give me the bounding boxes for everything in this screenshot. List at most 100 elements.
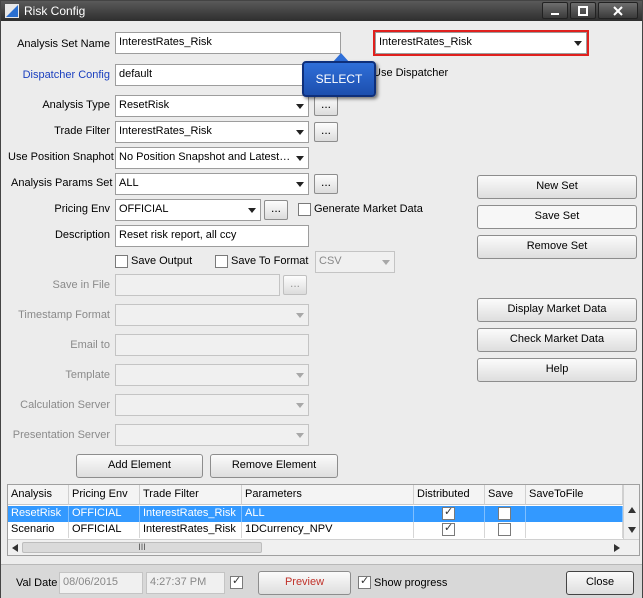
horizontal-scrollbar[interactable]: III [8,539,639,555]
template-select[interactable] [115,364,309,386]
bottom-bar: Val Date 08/06/2015 4:27:37 PM Preview S… [1,564,642,598]
cell-distributed [414,506,485,522]
maximize-button[interactable] [570,2,596,19]
save-output-checkbox[interactable] [115,255,128,268]
analysis-type-select[interactable]: ResetRisk [115,95,309,117]
save-in-file-browse-button[interactable]: ... [283,275,307,295]
presentation-server-select[interactable] [115,424,309,446]
column-header-pricing-env[interactable]: Pricing Env [69,485,140,505]
cell-analysis: ResetRisk [8,506,69,522]
dispatcher-config-input[interactable]: default [115,64,309,86]
column-header-distributed[interactable]: Distributed [414,485,485,505]
cell-trade-filter: InterestRates_Risk [140,522,242,538]
save-checkbox[interactable] [498,523,511,536]
val-time-checkbox[interactable] [230,574,243,589]
val-date-label: Val Date [16,577,58,589]
app-icon [5,4,19,18]
trade-filter-select[interactable]: InterestRates_Risk [115,121,309,143]
close-button[interactable]: Close [566,571,634,595]
minimize-button[interactable] [542,2,568,19]
column-header-analysis[interactable]: Analysis [8,485,69,505]
remove-set-button[interactable]: Remove Set [477,235,637,259]
distributed-checkbox[interactable] [442,506,455,520]
presentation-server-label: Presentation Server [12,429,110,441]
add-element-button[interactable]: Add Element [76,454,203,478]
column-header-savetofile[interactable]: SaveToFile [526,485,623,505]
save-to-format-label: Save To Format [231,255,309,267]
window-title: Risk Config [24,4,86,18]
save-to-format-checkbox[interactable] [215,255,228,268]
timestamp-format-select[interactable] [115,304,309,326]
check-market-data-button[interactable]: Check Market Data [477,328,637,352]
pricing-env-browse-button[interactable]: ... [264,200,288,220]
table-row[interactable]: Scenario OFFICIAL InterestRates_Risk 1DC… [8,522,623,538]
pricing-env-select[interactable]: OFFICIAL [115,199,261,221]
help-button[interactable]: Help [477,358,637,382]
cell-trade-filter: InterestRates_Risk [140,506,242,522]
trade-filter-value: InterestRates_Risk [119,125,212,137]
remove-element-button[interactable]: Remove Element [210,454,338,478]
cell-savetofile [526,522,623,538]
position-snapshot-select[interactable]: No Position Snapshot and Latest… [115,147,309,169]
column-header-parameters[interactable]: Parameters [242,485,414,505]
analysis-params-browse-button[interactable]: ... [314,174,338,194]
description-label: Description [54,229,110,241]
show-progress-label: Show progress [374,577,448,589]
cell-distributed [414,522,485,538]
position-snapshot-value: No Position Snapshot and Latest… [119,151,291,163]
title-bar: Risk Config [1,1,642,21]
analysis-type-browse-button[interactable]: ... [314,96,338,116]
preview-button[interactable]: Preview [258,571,351,595]
risk-config-window: Risk Config Analysis Set Name InterestRa… [0,0,643,598]
chevron-down-icon [296,130,304,135]
new-set-button[interactable]: New Set [477,175,637,199]
format-value: CSV [319,255,342,267]
show-progress-checkbox[interactable] [358,574,371,589]
close-window-button[interactable] [598,2,638,19]
calculation-server-select[interactable] [115,394,309,416]
chevron-down-icon [296,433,304,438]
analysis-params-set-select[interactable]: ALL [115,173,309,195]
select-tooltip: SELECT [302,61,376,97]
distributed-checkbox[interactable] [442,522,455,536]
email-to-input[interactable] [115,334,309,356]
analysis-set-name-input[interactable]: InterestRates_Risk [115,32,341,54]
dispatcher-config-label[interactable]: Dispatcher Config [11,69,110,81]
cell-pricing-env: OFFICIAL [69,506,140,522]
column-header-save[interactable]: Save [485,485,526,505]
val-time-input[interactable]: 4:27:37 PM [146,572,225,594]
pricing-env-label: Pricing Env [54,203,110,215]
cell-savetofile [526,506,623,522]
table-row[interactable]: ResetRisk OFFICIAL InterestRates_Risk AL… [8,506,623,522]
analysis-table[interactable]: Analysis Pricing Env Trade Filter Parame… [7,484,640,556]
generate-market-data-checkbox[interactable] [298,203,311,216]
vertical-scrollbar[interactable] [623,485,639,539]
cell-pricing-env: OFFICIAL [69,522,140,538]
use-position-snapshot-label: Use Position Snaphot [8,151,114,163]
horizontal-scroll-thumb[interactable]: III [22,542,262,553]
analysis-set-name-label: Analysis Set Name [17,38,110,50]
use-dispatcher-label: Use Dispatcher [373,67,449,79]
scroll-right-icon[interactable] [614,544,620,552]
scroll-down-icon[interactable] [628,527,636,533]
trade-filter-browse-button[interactable]: ... [314,122,338,142]
cell-parameters: ALL [242,506,414,522]
display-market-data-button[interactable]: Display Market Data [477,298,637,322]
timestamp-format-label: Timestamp Format [18,309,110,321]
analysis-params-set-label: Analysis Params Set [11,177,113,189]
chevron-down-icon [296,373,304,378]
calculation-server-label: Calculation Server [20,399,110,411]
scroll-up-icon[interactable] [628,507,636,513]
maximize-icon [578,6,588,16]
val-date-input[interactable]: 08/06/2015 [59,572,143,594]
format-select[interactable]: CSV [315,251,395,273]
chevron-down-icon [296,182,304,187]
description-input[interactable]: Reset risk report, all ccy [115,225,309,247]
trade-filter-label: Trade Filter [54,125,110,137]
save-set-button[interactable]: Save Set [477,205,637,229]
scroll-left-icon[interactable] [12,544,18,552]
column-header-trade-filter[interactable]: Trade Filter [140,485,242,505]
save-checkbox[interactable] [498,507,511,520]
save-in-file-input[interactable] [115,274,280,296]
chevron-down-icon [296,403,304,408]
